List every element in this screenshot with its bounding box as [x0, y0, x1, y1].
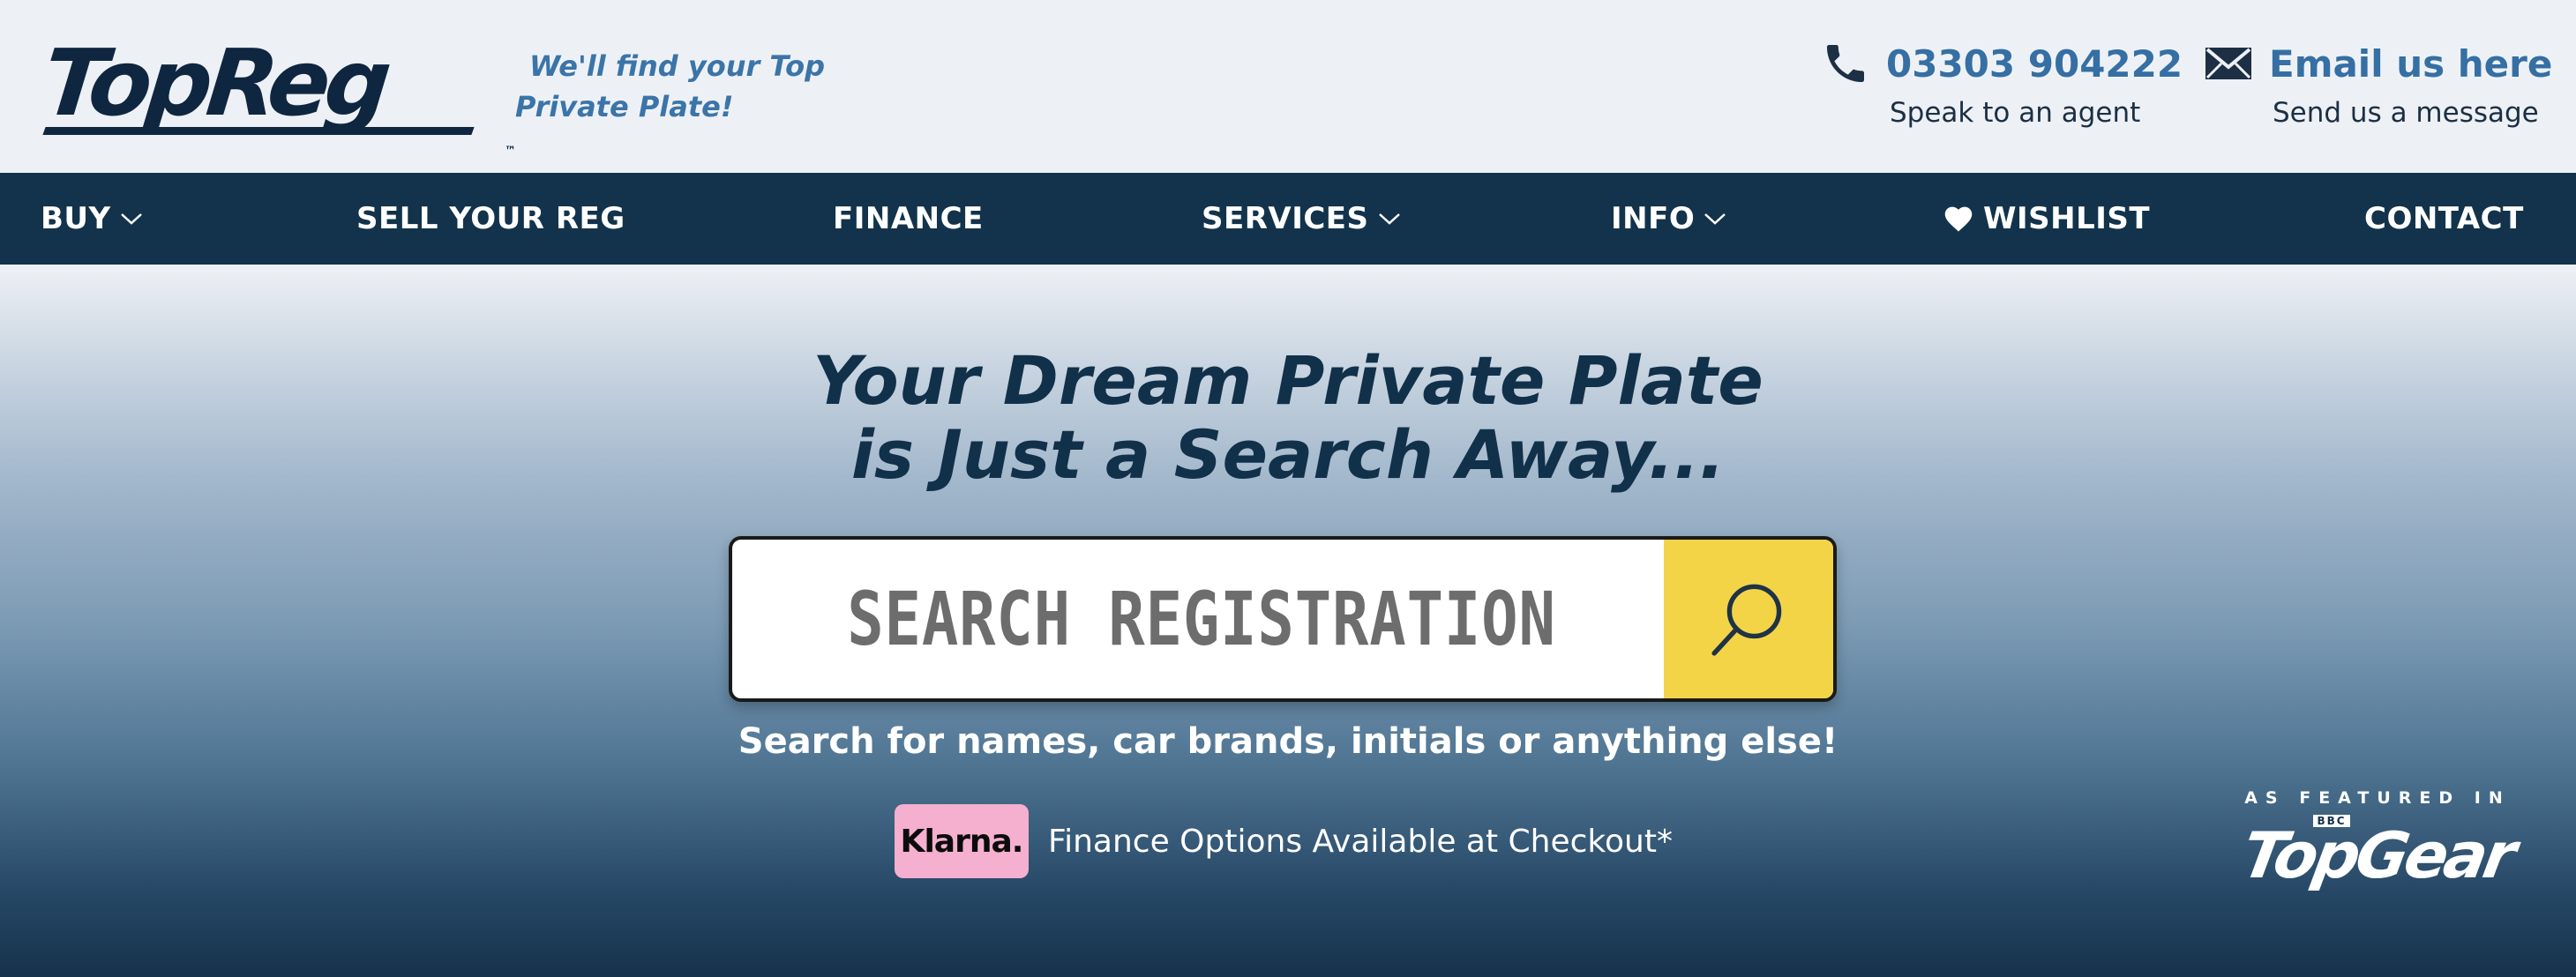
email-link[interactable]: Email us here: [2269, 42, 2552, 86]
hero-section: Your Dream Private Plate is Just a Searc…: [0, 265, 2576, 977]
site-header: TopReg ™ We'll find your Top Private Pla…: [0, 0, 2576, 173]
nav-item-services[interactable]: SERVICES: [1202, 173, 1401, 265]
klarna-logo: Klarna.: [895, 804, 1029, 878]
search-button[interactable]: [1664, 540, 1833, 698]
nav-item-label: WISHLIST: [1983, 201, 2151, 236]
chevron-down-icon: [120, 213, 142, 225]
phone-number[interactable]: 03303 904222: [1886, 42, 2183, 86]
nav-item-finance[interactable]: FINANCE: [833, 173, 984, 265]
search-icon: [1711, 584, 1782, 656]
featured-label: AS FEATURED IN: [2244, 788, 2511, 808]
nav-item-info[interactable]: INFO: [1611, 173, 1726, 265]
email-subtext: Send us a message: [2273, 97, 2539, 129]
registration-search: [729, 536, 1837, 702]
chevron-down-icon: [1704, 213, 1726, 225]
nav-item-label: SELL YOUR REG: [356, 201, 625, 236]
klarna-finance-note: Klarna. Finance Options Available at Che…: [895, 804, 1673, 878]
logo-text: TopReg: [38, 29, 392, 137]
klarna-text: Finance Options Available at Checkout*: [1048, 823, 1673, 860]
logo-underline: [42, 127, 475, 135]
phone-icon: [1821, 39, 1870, 88]
logo-trademark: ™: [505, 145, 516, 158]
site-logo[interactable]: TopReg ™: [38, 29, 516, 158]
nav-item-label: CONTACT: [2364, 201, 2524, 236]
phone-subtext: Speak to an agent: [1890, 97, 2141, 129]
hero-title: Your Dream Private Plate is Just a Searc…: [0, 344, 2576, 492]
nav-item-buy[interactable]: BUY: [41, 173, 143, 265]
chevron-down-icon: [1378, 213, 1400, 225]
tagline-line-1: We'll find your Top: [529, 49, 825, 83]
email-contact[interactable]: Email us here Send us a message: [2204, 39, 2552, 129]
nav-item-label: INFO: [1611, 201, 1696, 236]
envelope-icon: [2204, 46, 2253, 81]
nav-item-label: BUY: [41, 201, 111, 236]
featured-in-topgear: AS FEATURED IN BBC TopGear: [2223, 788, 2532, 892]
phone-contact[interactable]: 03303 904222 Speak to an agent: [1821, 39, 2183, 129]
search-hint: Search for names, car brands, initials o…: [738, 721, 1838, 762]
nav-item-wishlist[interactable]: WISHLIST: [1943, 173, 2150, 265]
nav-item-sell-your-reg[interactable]: SELL YOUR REG: [356, 173, 625, 265]
topgear-logo: TopGear: [2236, 818, 2519, 892]
tagline: We'll find your Top Private Plate!: [515, 46, 825, 127]
hero-title-line-2: is Just a Search Away...: [850, 415, 1726, 494]
hero-title-line-1: Your Dream Private Plate: [812, 341, 1764, 420]
tagline-line-2: Private Plate!: [515, 90, 734, 123]
registration-search-input[interactable]: [816, 540, 1587, 698]
nav-item-label: FINANCE: [833, 201, 984, 236]
heart-icon: [1944, 206, 1973, 232]
nav-item-label: SERVICES: [1202, 201, 1369, 236]
nav-item-contact[interactable]: CONTACT: [2364, 173, 2524, 265]
main-nav: BUY SELL YOUR REG FINANCE SERVICES INFO …: [0, 173, 2576, 265]
